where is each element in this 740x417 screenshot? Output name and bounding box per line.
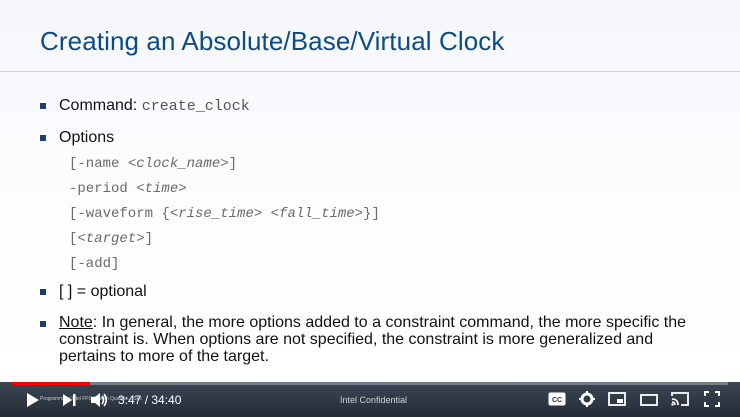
- option-waveform: [-waveform {<rise_time> <fall_time>}]: [69, 206, 380, 222]
- option-name: [-name <clock_name>]: [69, 156, 238, 172]
- progress-fill: [12, 382, 91, 385]
- slide-title: Creating an Absolute/Base/Virtual Clock: [40, 26, 505, 56]
- theater-icon[interactable]: [640, 393, 658, 411]
- captions-icon[interactable]: CC: [548, 392, 566, 411]
- cast-icon[interactable]: [670, 391, 690, 412]
- option-add: [-add]: [69, 256, 120, 272]
- command-value: create_clock: [141, 98, 250, 115]
- note-label: Note: [59, 314, 93, 331]
- bullet-marker: [40, 289, 46, 295]
- miniplayer-icon[interactable]: [608, 392, 626, 411]
- note-text: Note: In general, the more options added…: [59, 314, 687, 365]
- video-player-controls: Programming Intel FPGAs with Quartus... …: [0, 382, 740, 417]
- current-time: 3:47: [118, 393, 142, 407]
- time-display: 3:47 / 34:40: [118, 393, 182, 407]
- svg-text:CC: CC: [552, 397, 562, 404]
- play-icon[interactable]: [26, 392, 40, 413]
- progress-bar[interactable]: [12, 382, 728, 385]
- slide-footer: Intel Confidential: [340, 395, 408, 405]
- bullet-marker: [40, 135, 46, 141]
- command-label: Command:: [59, 97, 142, 114]
- options-label: Options: [59, 129, 115, 146]
- slide: Creating an Absolute/Base/Virtual Clock …: [0, 0, 740, 382]
- option-period: -period <time>: [69, 181, 187, 197]
- optional-label: [ ] = optional: [59, 283, 147, 300]
- option-target: [<target>]: [69, 231, 154, 247]
- duration: 34:40: [151, 393, 182, 407]
- title-divider: [0, 71, 740, 72]
- settings-icon[interactable]: [579, 391, 595, 412]
- fullscreen-icon[interactable]: [704, 391, 720, 412]
- volume-icon[interactable]: [90, 392, 108, 413]
- bullet-marker: [40, 103, 46, 109]
- next-icon[interactable]: [62, 393, 76, 412]
